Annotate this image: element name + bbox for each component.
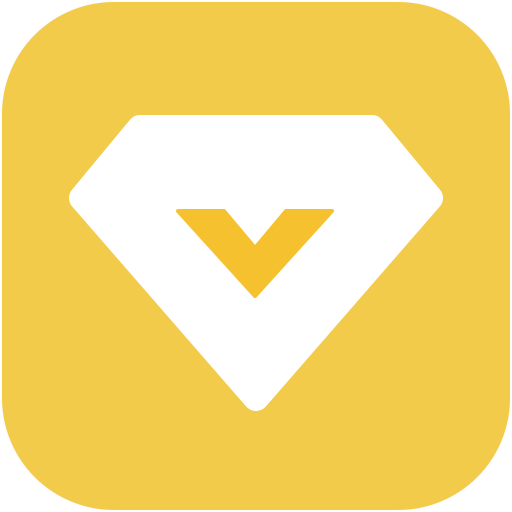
screen — [0, 0, 512, 512]
app-icon[interactable] — [2, 2, 510, 510]
diamond-v-logo-icon — [2, 2, 510, 510]
